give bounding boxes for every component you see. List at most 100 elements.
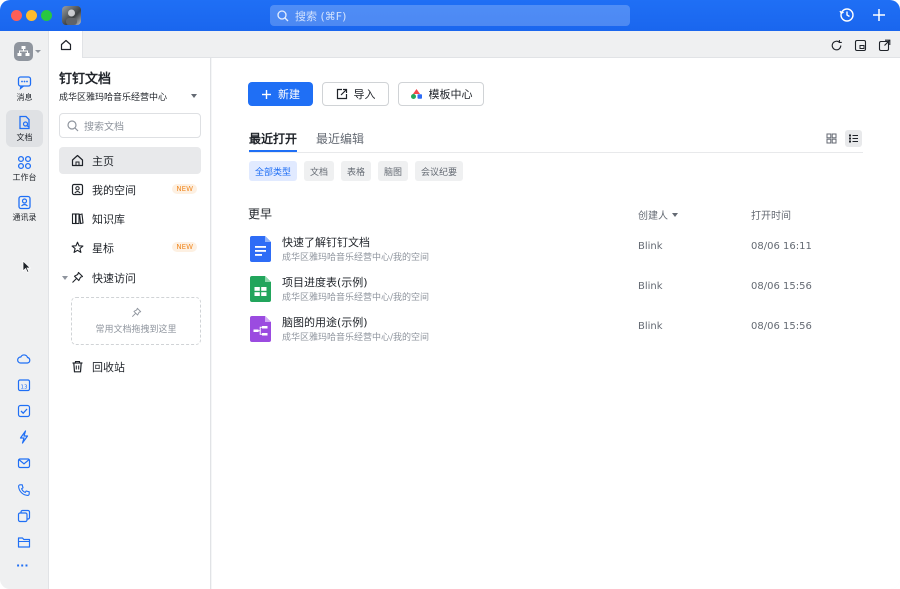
- template-icon: [410, 89, 422, 99]
- doc-search-input[interactable]: 搜索文档: [59, 113, 201, 138]
- sidebar-item-label: 知识库: [92, 212, 125, 226]
- new-window-icon[interactable]: [878, 39, 891, 52]
- file-open-time: 08/06 15:56: [751, 281, 812, 292]
- refresh-icon[interactable]: [830, 39, 843, 52]
- file-owner: Blink: [638, 321, 663, 332]
- folder-icon[interactable]: [17, 535, 31, 549]
- new-badge: NEW: [172, 242, 197, 252]
- filter-docs[interactable]: 文档: [304, 161, 335, 181]
- filter-mindmaps[interactable]: 脑图: [378, 161, 409, 181]
- list-view-button[interactable]: [845, 130, 862, 147]
- calendar-icon[interactable]: 13: [17, 378, 31, 392]
- org-caret-icon: [35, 50, 41, 53]
- cloud-icon[interactable]: [17, 352, 31, 366]
- grid-view-button[interactable]: [823, 130, 840, 147]
- doc-icon: [19, 115, 30, 129]
- file-path: 成华区雅玛哈音乐经营中心/我的空间: [282, 333, 430, 343]
- file-name[interactable]: 快速了解钉钉文档: [282, 234, 370, 250]
- global-search-placeholder: 搜索 (⌘F): [295, 9, 347, 23]
- file-open-time: 08/06 15:56: [751, 321, 812, 332]
- tab-recent-opened[interactable]: 最近打开: [249, 130, 297, 147]
- org-switcher[interactable]: [14, 42, 33, 61]
- sidebar-item-label: 快速访问: [92, 271, 136, 285]
- search-icon: [67, 119, 79, 131]
- sidebar-item-home[interactable]: 主页: [59, 147, 201, 174]
- flash-icon[interactable]: [17, 430, 31, 444]
- file-name[interactable]: 项目进度表(示例): [282, 274, 368, 290]
- knowledge-icon: [71, 213, 84, 225]
- new-badge: NEW: [172, 184, 197, 194]
- file-row[interactable]: 快速了解钉钉文档 成华区雅玛哈音乐经营中心/我的空间 Blink 08/06 1…: [248, 234, 862, 270]
- file-name[interactable]: 脑图的用途(示例): [282, 314, 368, 330]
- sidebar-item-starred[interactable]: 星标 NEW: [59, 234, 201, 261]
- contacts-icon: [18, 195, 31, 209]
- main-panel: 新建 导入 模板中心 最近打开 最近编辑 全部类型 文档 表格 脑图 会议纪要 …: [212, 58, 900, 589]
- filter-all-types[interactable]: 全部类型: [249, 161, 298, 181]
- filter-sheets[interactable]: 表格: [341, 161, 372, 181]
- rail-item-contacts[interactable]: 通讯录: [6, 190, 43, 227]
- copy-icon[interactable]: [17, 509, 31, 523]
- phone-icon[interactable]: [17, 483, 31, 497]
- file-open-time: 08/06 16:11: [751, 241, 812, 252]
- file-row[interactable]: 项目进度表(示例) 成华区雅玛哈音乐经营中心/我的空间 Blink 08/06 …: [248, 274, 862, 310]
- app-window: 搜索 (⌘F) 消息 文档 工作台 通讯录 13 ··· 钉钉文档 成华区雅玛哈…: [0, 0, 900, 589]
- sidebar-item-label: 主页: [92, 154, 114, 168]
- title-bar: 搜索 (⌘F): [0, 0, 900, 31]
- open-time-column-header: 打开时间: [751, 211, 791, 222]
- owner-column-header[interactable]: 创建人: [638, 207, 678, 222]
- sidebar-item-label: 回收站: [92, 360, 125, 374]
- my-space-icon: [71, 183, 84, 196]
- file-path: 成华区雅玛哈音乐经营中心/我的空间: [282, 293, 430, 303]
- home-icon: [60, 39, 71, 50]
- mindmap-file-icon: [250, 316, 271, 342]
- template-center-button[interactable]: 模板中心: [398, 82, 484, 106]
- open-window-icon[interactable]: [854, 39, 867, 52]
- file-row[interactable]: 脑图的用途(示例) 成华区雅玛哈音乐经营中心/我的空间 Blink 08/06 …: [248, 314, 862, 350]
- home-icon: [71, 154, 84, 167]
- todo-icon[interactable]: [17, 404, 31, 418]
- list-icon: [849, 134, 858, 143]
- close-window-button[interactable]: [11, 10, 22, 21]
- rail-label: 文档: [16, 132, 33, 142]
- new-button[interactable]: 新建: [248, 82, 313, 106]
- pin-icon: [72, 271, 84, 283]
- import-button[interactable]: 导入: [322, 82, 389, 106]
- sidebar-item-knowledge[interactable]: 知识库: [59, 205, 201, 232]
- more-icon[interactable]: ···: [16, 559, 29, 572]
- rail-item-workbench[interactable]: 工作台: [6, 150, 43, 187]
- message-icon: [17, 75, 32, 90]
- rail-label: 消息: [16, 92, 33, 102]
- org-dropdown-icon[interactable]: [191, 94, 197, 98]
- sidebar-item-label: 我的空间: [92, 183, 136, 197]
- workbench-icon: [17, 155, 32, 169]
- org-name[interactable]: 成华区雅玛哈音乐经营中心: [59, 90, 167, 103]
- docs-sidebar: 钉钉文档 成华区雅玛哈音乐经营中心 搜索文档 主页 我的空间 NEW 知识库 星…: [49, 58, 211, 589]
- filter-meeting-notes[interactable]: 会议纪要: [415, 161, 464, 181]
- sheet-file-icon: [250, 276, 271, 302]
- dropzone-hint: 常用文档拖拽到这里: [95, 325, 177, 335]
- user-avatar[interactable]: [62, 6, 81, 25]
- quick-access-dropzone[interactable]: 常用文档拖拽到这里: [71, 297, 201, 345]
- minimize-window-button[interactable]: [26, 10, 37, 21]
- history-icon[interactable]: [839, 7, 855, 23]
- template-button-label: 模板中心: [428, 88, 473, 101]
- sidebar-title: 钉钉文档: [59, 72, 112, 87]
- plus-icon: [262, 89, 271, 99]
- search-icon: [277, 9, 289, 21]
- tab-home[interactable]: [49, 31, 83, 58]
- tab-recent-edited[interactable]: 最近编辑: [316, 130, 364, 147]
- rail-item-messages[interactable]: 消息: [6, 70, 43, 107]
- mouse-cursor-icon: [22, 260, 31, 273]
- sidebar-item-quick-access[interactable]: 快速访问: [59, 264, 201, 291]
- doc-search-placeholder: 搜索文档: [84, 122, 124, 133]
- doc-file-icon: [250, 236, 271, 262]
- sidebar-item-trash[interactable]: 回收站: [59, 353, 201, 380]
- mail-icon[interactable]: [17, 456, 31, 470]
- owner-column-label: 创建人: [638, 211, 668, 222]
- global-search-input[interactable]: 搜索 (⌘F): [270, 5, 630, 26]
- plus-icon[interactable]: [871, 7, 887, 23]
- sidebar-item-my-space[interactable]: 我的空间 NEW: [59, 176, 201, 203]
- zoom-window-button[interactable]: [41, 10, 52, 21]
- app-rail: 消息 文档 工作台 通讯录 13 ···: [0, 31, 49, 589]
- rail-item-docs[interactable]: 文档: [6, 110, 43, 147]
